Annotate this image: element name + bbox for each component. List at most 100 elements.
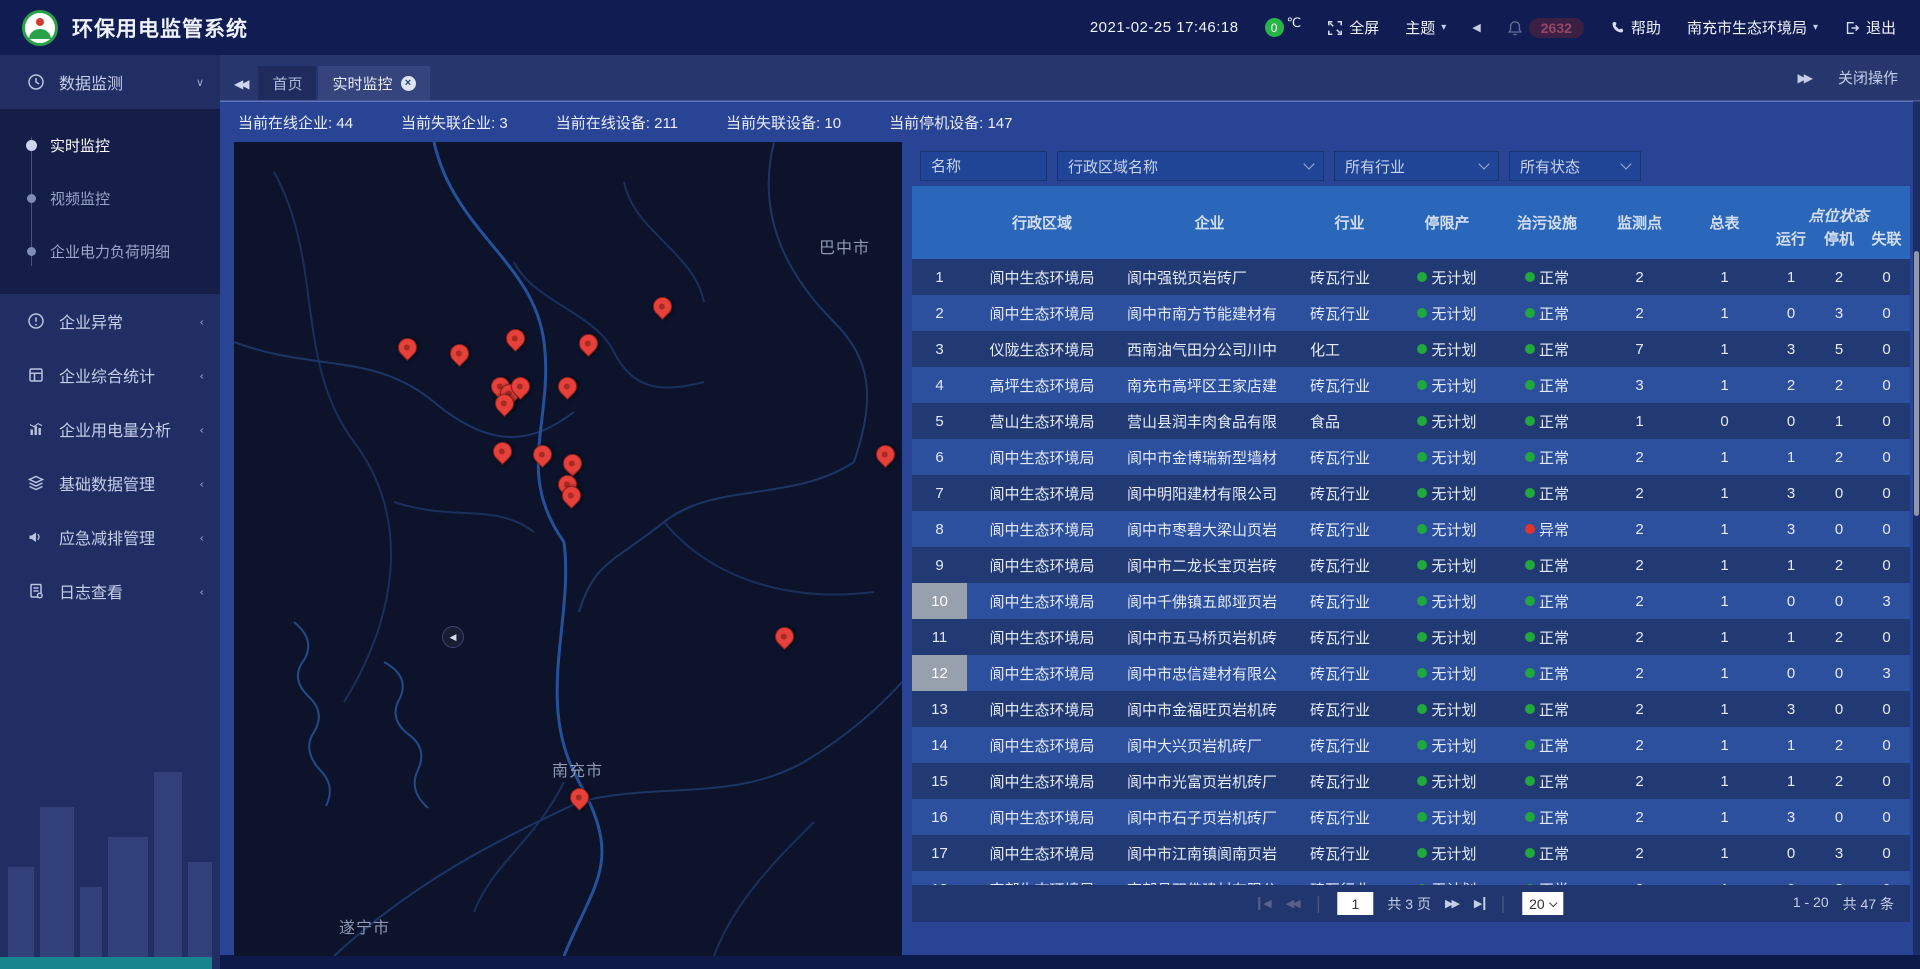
- table-row[interactable]: 10阆中生态环境局阆中千佛镇五郎垭页岩砖瓦行业无计划正常21003: [912, 583, 1910, 619]
- stat-当前在线企业: 当前在线企业: 44: [238, 112, 353, 133]
- green-dot-icon: [1525, 632, 1535, 642]
- table-row[interactable]: 3仪陇生态环境局西南油气田分公司川中化工无计划正常71350: [912, 331, 1910, 367]
- cell-region: 阆中生态环境局: [967, 699, 1117, 720]
- city-label: 南充市: [552, 757, 603, 781]
- cell-region: 营山生态环境局: [967, 411, 1117, 432]
- cell-treatment-status: 异常: [1497, 519, 1597, 540]
- cell-industry: 砖瓦行业: [1302, 627, 1397, 648]
- sidebar-subitem-video-monitor[interactable]: 视频监控: [0, 172, 220, 225]
- cell-treatment-status: 正常: [1497, 627, 1597, 648]
- row-index: 3: [912, 331, 967, 367]
- cell-running: 0: [1767, 845, 1815, 862]
- status-filter-select[interactable]: 所有状态: [1509, 151, 1641, 181]
- cell-treatment-status: 正常: [1497, 843, 1597, 864]
- table-row[interactable]: 6阆中生态环境局阆中市金博瑞新型墙材砖瓦行业无计划正常21120: [912, 439, 1910, 475]
- sidebar-collapse-button[interactable]: ◀: [442, 626, 464, 648]
- cell-industry: 砖瓦行业: [1302, 519, 1397, 540]
- page-size-select[interactable]: 20: [1522, 892, 1564, 915]
- table-row[interactable]: 5营山生态环境局营山县润丰肉食品有限食品无计划正常10010: [912, 403, 1910, 439]
- row-index: 15: [912, 763, 967, 799]
- cell-company: 阆中市枣碧大梁山页岩: [1117, 519, 1302, 540]
- cell-region: 阆中生态环境局: [967, 627, 1117, 648]
- map-panel[interactable]: 巴中市南充市遂宁市: [234, 142, 902, 956]
- cell-company: 阆中市金博瑞新型墙材: [1117, 447, 1302, 468]
- row-index: 12: [912, 655, 967, 691]
- sidebar-item-company-abnormal[interactable]: 企业异常‹: [0, 294, 220, 348]
- cell-treatment-status: 正常: [1497, 735, 1597, 756]
- help-button[interactable]: 帮助: [1610, 17, 1661, 38]
- cell-total-meter: 1: [1682, 557, 1767, 574]
- sidebar-item-power-usage-analysis[interactable]: 企业用电量分析‹: [0, 402, 220, 456]
- name-filter-input[interactable]: [931, 158, 1036, 175]
- last-page-button[interactable]: ▶: [1474, 897, 1485, 910]
- row-index: 7: [912, 475, 967, 511]
- table-row[interactable]: 15阆中生态环境局阆中市光富页岩机砖厂砖瓦行业无计划正常21120: [912, 763, 1910, 799]
- cell-industry: 砖瓦行业: [1302, 483, 1397, 504]
- scrollbar-thumb[interactable]: [1914, 251, 1919, 516]
- next-page-button[interactable]: ▶▶: [1445, 897, 1460, 910]
- cell-stopped: 0: [1815, 485, 1863, 502]
- cell-running: 0: [1767, 665, 1815, 682]
- green-dot-icon: [1417, 524, 1427, 534]
- close-tab-icon[interactable]: ×: [401, 76, 416, 91]
- logout-button[interactable]: 退出: [1844, 17, 1896, 38]
- cell-stopped: 1: [1815, 413, 1863, 430]
- app-logo: [22, 10, 58, 46]
- cell-monitor-points: 2: [1597, 665, 1682, 682]
- tabs-scroll-left-icon[interactable]: ◀◀: [234, 77, 246, 91]
- table-row[interactable]: 16阆中生态环境局阆中市石子页岩机砖厂砖瓦行业无计划正常21300: [912, 799, 1910, 835]
- table-row[interactable]: 8阆中生态环境局阆中市枣碧大梁山页岩砖瓦行业无计划异常21300: [912, 511, 1910, 547]
- cell-company: 阆中市二龙长宝页岩砖: [1117, 555, 1302, 576]
- cell-running: 1: [1767, 557, 1815, 574]
- table-row[interactable]: 17阆中生态环境局阆中市江南镇阆南页岩砖瓦行业无计划正常21030: [912, 835, 1910, 871]
- cell-stopped: 2: [1815, 377, 1863, 394]
- cell-limit-status: 无计划: [1397, 483, 1497, 504]
- green-dot-icon: [1417, 596, 1427, 606]
- green-dot-icon: [1525, 488, 1535, 498]
- sidebar-item-base-data[interactable]: 基础数据管理‹: [0, 456, 220, 510]
- table-row[interactable]: 14阆中生态环境局阆中大兴页岩机砖厂砖瓦行业无计划正常21120: [912, 727, 1910, 763]
- sound-toggle[interactable]: ◀: [1472, 21, 1480, 34]
- cell-company: 西南油气田分公司川中: [1117, 339, 1302, 360]
- window-scrollbar[interactable]: [1913, 101, 1920, 955]
- table-row[interactable]: 4高坪生态环境局南充市高坪区王家店建砖瓦行业无计划正常31220: [912, 367, 1910, 403]
- sidebar-subitem-power-load-detail[interactable]: 企业电力负荷明细: [0, 225, 220, 278]
- cell-running: 1: [1767, 269, 1815, 286]
- table-row[interactable]: 9阆中生态环境局阆中市二龙长宝页岩砖砖瓦行业无计划正常21120: [912, 547, 1910, 583]
- table-row[interactable]: 12阆中生态环境局阆中市忠信建材有限公砖瓦行业无计划正常21003: [912, 655, 1910, 691]
- chevron-left-icon: ◀: [450, 632, 457, 643]
- cell-treatment-status: 正常: [1497, 807, 1597, 828]
- table-row[interactable]: 13阆中生态环境局阆中市金福旺页岩机砖砖瓦行业无计划正常21300: [912, 691, 1910, 727]
- sidebar-item-data-monitor[interactable]: 数据监测∨: [0, 55, 220, 109]
- cell-monitor-points: 2: [1597, 269, 1682, 286]
- cell-company: 阆中千佛镇五郎垭页岩: [1117, 591, 1302, 612]
- cell-total-meter: 1: [1682, 665, 1767, 682]
- close-operations-button[interactable]: 关闭操作: [1838, 67, 1898, 88]
- theme-dropdown[interactable]: 主题 ▾: [1405, 17, 1446, 38]
- page-number-input[interactable]: [1337, 892, 1373, 915]
- cell-region: 阆中生态环境局: [967, 555, 1117, 576]
- fullscreen-button[interactable]: 全屏: [1327, 17, 1379, 38]
- row-index: 13: [912, 691, 967, 727]
- tab-home[interactable]: 首页: [258, 66, 316, 100]
- table-row[interactable]: 11阆中生态环境局阆中市五马桥页岩机砖砖瓦行业无计划正常21120: [912, 619, 1910, 655]
- notifications-widget[interactable]: 2632: [1507, 18, 1584, 38]
- sidebar-item-emergency-reduction[interactable]: 应急减排管理‹: [0, 510, 220, 564]
- sidebar-subitem-realtime-monitor[interactable]: 实时监控: [0, 119, 220, 172]
- org-dropdown[interactable]: 南充市生态环境局 ▾: [1687, 17, 1818, 38]
- cell-limit-status: 无计划: [1397, 447, 1497, 468]
- table-row[interactable]: 1阆中生态环境局阆中强锐页岩砖厂砖瓦行业无计划正常21120: [912, 259, 1910, 295]
- region-filter-select[interactable]: 行政区域名称: [1057, 151, 1324, 181]
- industry-filter-select[interactable]: 所有行业: [1334, 151, 1499, 181]
- sidebar-item-company-statistics[interactable]: 企业综合统计‹: [0, 348, 220, 402]
- table-row[interactable]: 7阆中生态环境局阆中明阳建材有限公司砖瓦行业无计划正常21300: [912, 475, 1910, 511]
- prev-page-button[interactable]: ◀◀: [1286, 897, 1301, 910]
- cell-stopped: 0: [1815, 593, 1863, 610]
- cell-region: 阆中生态环境局: [967, 519, 1117, 540]
- tabs-scroll-right-icon[interactable]: ▶▶: [1798, 71, 1810, 85]
- cell-industry: 砖瓦行业: [1302, 843, 1397, 864]
- first-page-button[interactable]: ◀: [1258, 897, 1271, 910]
- sidebar-item-log-view[interactable]: 日志查看‹: [0, 564, 220, 618]
- tab-realtime-monitor[interactable]: 实时监控 ×: [318, 66, 429, 100]
- table-row[interactable]: 2阆中生态环境局阆中市南方节能建材有砖瓦行业无计划正常21030: [912, 295, 1910, 331]
